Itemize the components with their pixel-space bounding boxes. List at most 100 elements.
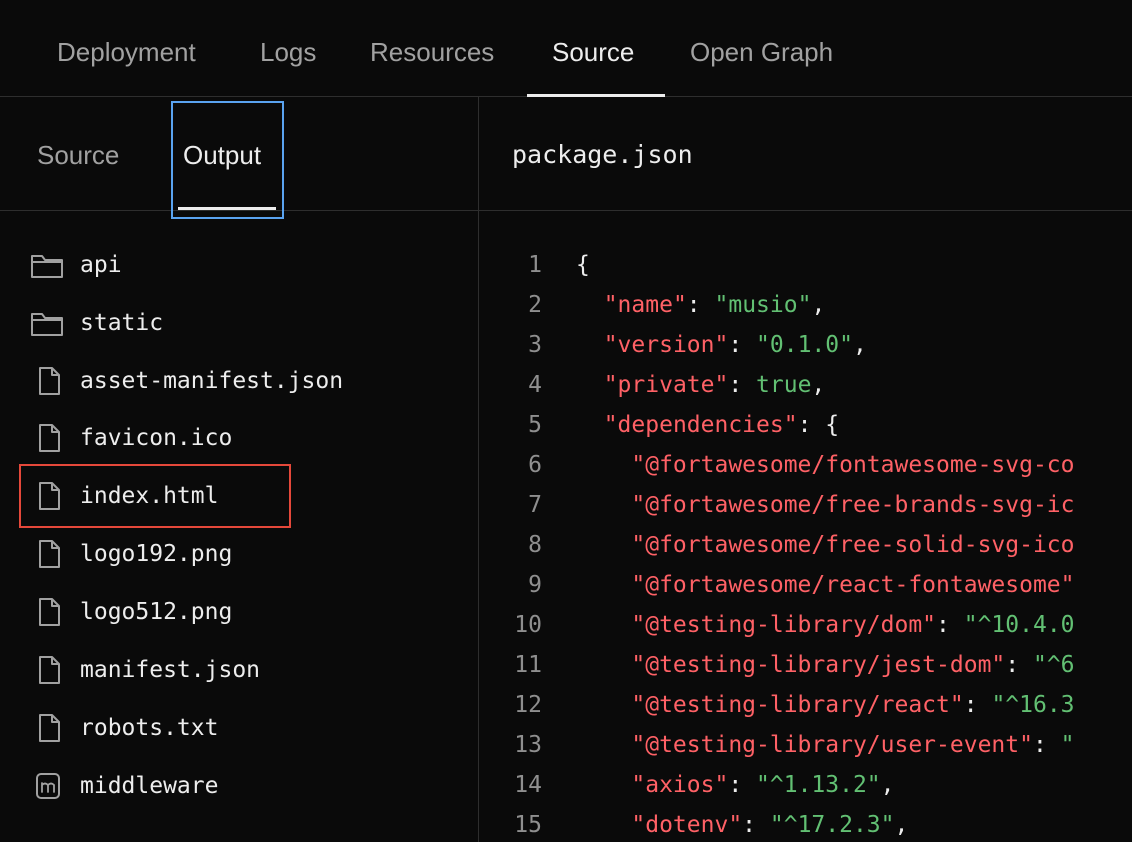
token-sep: {	[576, 252, 590, 278]
token-key: "dotenv"	[631, 812, 743, 838]
file-tree-panel: Source Output api static asset-manifest.…	[0, 97, 479, 842]
line-number: 6	[528, 452, 542, 478]
line-content: "private": true,	[576, 365, 826, 405]
line-number: 9	[528, 572, 542, 598]
line-number: 12	[514, 692, 542, 718]
token-val: "0.1.0"	[756, 332, 853, 358]
token-tail: ,	[811, 372, 826, 398]
token-val: "^10.4.0	[963, 612, 1075, 638]
code-line: 8 "@fortawesome/free-solid-svg-ico	[479, 525, 1132, 565]
line-content: "@fortawesome/free-solid-svg-ico	[576, 525, 1075, 565]
token-sep: :	[1005, 652, 1033, 678]
line-number: 13	[514, 732, 542, 758]
line-number: 8	[528, 532, 542, 558]
code-line: 9 "@fortawesome/react-fontawesome"	[479, 565, 1132, 605]
line-number: 15	[514, 812, 542, 838]
code-line: 14 "axios": "^1.13.2",	[479, 765, 1132, 805]
file-item-logo512[interactable]: logo512.png	[30, 592, 232, 632]
code-line: 4 "private": true,	[479, 365, 1132, 405]
file-item-asset-manifest[interactable]: asset-manifest.json	[30, 361, 343, 401]
file-name: static	[80, 310, 164, 336]
token-key: "version"	[603, 332, 729, 358]
file-item-favicon[interactable]: favicon.ico	[30, 418, 232, 458]
line-content: "dotenv": "^17.2.3",	[576, 805, 908, 842]
code-line: 6 "@fortawesome/fontawesome-svg-co	[479, 445, 1132, 485]
top-navigation: Deployment Logs Resources Source Open Gr…	[0, 0, 1132, 97]
line-number: 1	[528, 252, 542, 278]
focus-ring	[171, 101, 284, 219]
selected-file-highlight	[19, 464, 291, 528]
file-item-manifest[interactable]: manifest.json	[30, 650, 260, 690]
tab-logs[interactable]: Logs	[260, 36, 316, 68]
folder-icon	[30, 249, 66, 281]
line-content: "@fortawesome/react-fontawesome"	[576, 565, 1075, 605]
token-key: "@testing-library/jest-dom"	[631, 652, 1006, 678]
file-name: logo192.png	[80, 541, 233, 567]
token-sep: :	[963, 692, 992, 718]
line-number: 10	[514, 612, 542, 638]
tab-resources[interactable]: Resources	[370, 36, 494, 68]
folder-icon	[30, 307, 66, 339]
tab-open-graph[interactable]: Open Graph	[690, 36, 833, 68]
line-number: 2	[528, 292, 542, 318]
file-item-middleware[interactable]: middleware	[30, 766, 218, 806]
file-item-robots[interactable]: robots.txt	[30, 708, 218, 748]
file-icon	[30, 654, 66, 686]
tab-deployment[interactable]: Deployment	[57, 36, 196, 68]
file-name: manifest.json	[80, 657, 261, 683]
line-content: "@testing-library/react": "^16.3	[576, 685, 1074, 725]
token-sep: :	[936, 612, 964, 638]
code-line: 15 "dotenv": "^17.2.3",	[479, 805, 1132, 842]
file-icon	[30, 538, 66, 570]
file-icon	[30, 365, 66, 397]
file-item-logo192[interactable]: logo192.png	[30, 534, 232, 574]
file-icon	[30, 712, 66, 744]
active-subtab-indicator	[178, 207, 276, 210]
token-val: "musio"	[714, 292, 812, 318]
token-key: "@testing-library/user-event"	[631, 732, 1033, 758]
token-key: "@fortawesome/free-solid-svg-ico	[631, 532, 1075, 558]
token-val: "^17.2.3"	[769, 812, 895, 838]
token-val: "^6	[1032, 652, 1075, 678]
token-sep: :	[728, 332, 757, 358]
token-sep: :	[728, 372, 757, 398]
tab-source[interactable]: Source	[552, 36, 634, 68]
token-key: "name"	[603, 292, 687, 318]
token-val: "^1.13.2"	[756, 772, 881, 798]
code-viewer: package.json 1{2 "name": "musio", 3 "vers…	[479, 97, 1132, 842]
token-val: true	[756, 372, 812, 398]
token-tail: ,	[880, 772, 895, 798]
token-sep: :	[728, 772, 757, 798]
file-icon	[30, 596, 66, 628]
code-line: 2 "name": "musio",	[479, 285, 1132, 325]
code-line: 3 "version": "0.1.0",	[479, 325, 1132, 365]
token-key: "@fortawesome/free-brands-svg-ic	[631, 492, 1075, 518]
file-item-static[interactable]: static	[30, 303, 163, 343]
token-sep: :	[686, 292, 715, 318]
middleware-icon	[30, 770, 66, 802]
line-content: "@testing-library/dom": "^10.4.0	[576, 605, 1075, 645]
code-line: 11 "@testing-library/jest-dom": "^6	[479, 645, 1132, 685]
token-key: "axios"	[631, 772, 729, 798]
token-sep: :	[1032, 732, 1061, 758]
line-content: "@fortawesome/fontawesome-svg-co	[576, 445, 1074, 485]
line-number: 4	[528, 372, 542, 398]
token-sep: :	[742, 812, 770, 838]
token-val: "	[1060, 732, 1075, 758]
token-tail: ,	[811, 292, 826, 318]
subtab-source[interactable]: Source	[37, 139, 119, 171]
token-key: "@fortawesome/react-fontawesome"	[631, 572, 1075, 598]
file-item-api[interactable]: api	[30, 245, 122, 285]
line-number: 14	[514, 772, 542, 798]
